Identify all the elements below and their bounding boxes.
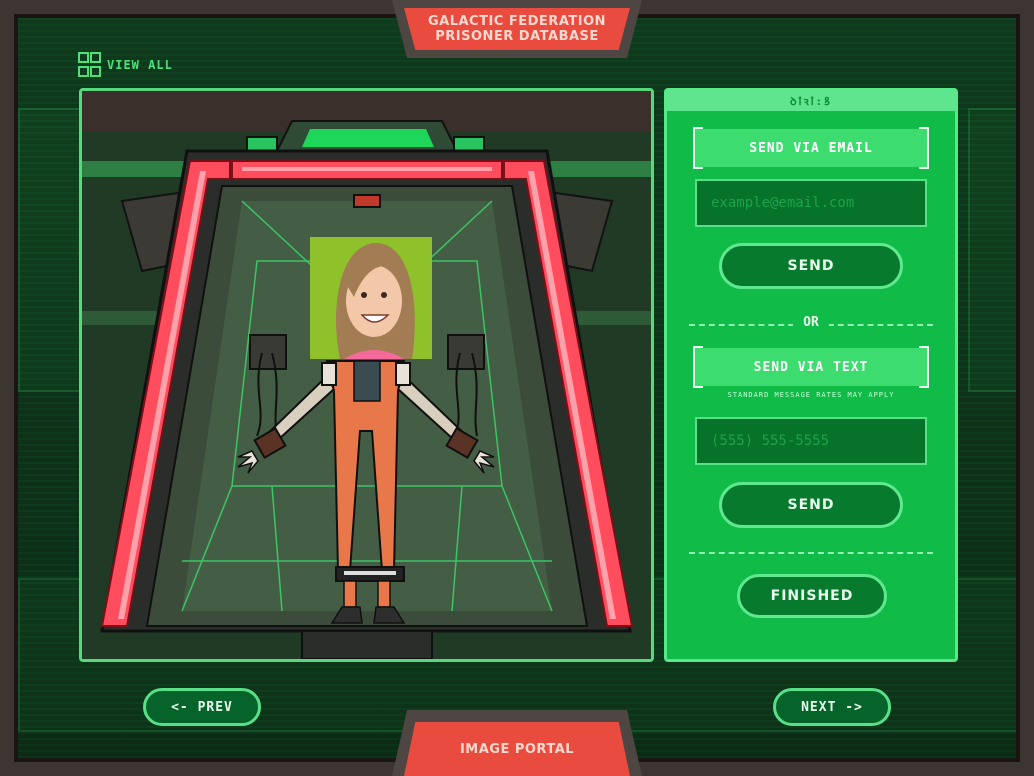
phone-field[interactable] [695,417,927,465]
send-via-text-label: SEND VIA TEXT [693,346,929,388]
app-frame: GALACTIC FEDERATION PRISONER DATABASE VI… [0,0,1034,776]
phone-input[interactable] [697,419,925,463]
view-all-button[interactable]: VIEW ALL [78,52,173,77]
grid-icon [78,52,101,77]
prisoner-illustration [82,91,651,659]
prev-button[interactable]: <- PREV [143,688,261,726]
footer-title: IMAGE PORTAL [459,741,575,757]
header-title-line2: PRISONER DATABASE [435,29,599,44]
send-via-email-label: SEND VIA EMAIL [693,127,929,169]
next-button[interactable]: NEXT -> [773,688,891,726]
email-input[interactable] [697,181,925,225]
panel-header: ꝺꝉꝛꝉ꞉ꝸ [667,91,955,111]
send-email-button[interactable]: SEND [719,243,903,289]
bg-decor-right [968,108,1016,392]
email-field[interactable] [695,179,927,227]
or-divider: OR [667,315,955,330]
divider-line [689,552,933,554]
prisoner-image [79,88,654,662]
header-banner: GALACTIC FEDERATION PRISONER DATABASE [392,0,642,58]
message-rates-note: STANDARD MESSAGE RATES MAY APPLY [727,391,895,399]
finished-button[interactable]: FINISHED [737,574,887,618]
footer-banner: IMAGE PORTAL [392,710,642,776]
send-text-button[interactable]: SEND [719,482,903,528]
view-all-label: VIEW ALL [107,57,173,72]
share-panel: ꝺꝉꝛꝉ꞉ꝸ SEND VIA EMAIL SEND OR SEND VIA T… [664,88,958,662]
header-title-line1: GALACTIC FEDERATION [427,14,607,29]
bg-decor-left [18,108,82,392]
